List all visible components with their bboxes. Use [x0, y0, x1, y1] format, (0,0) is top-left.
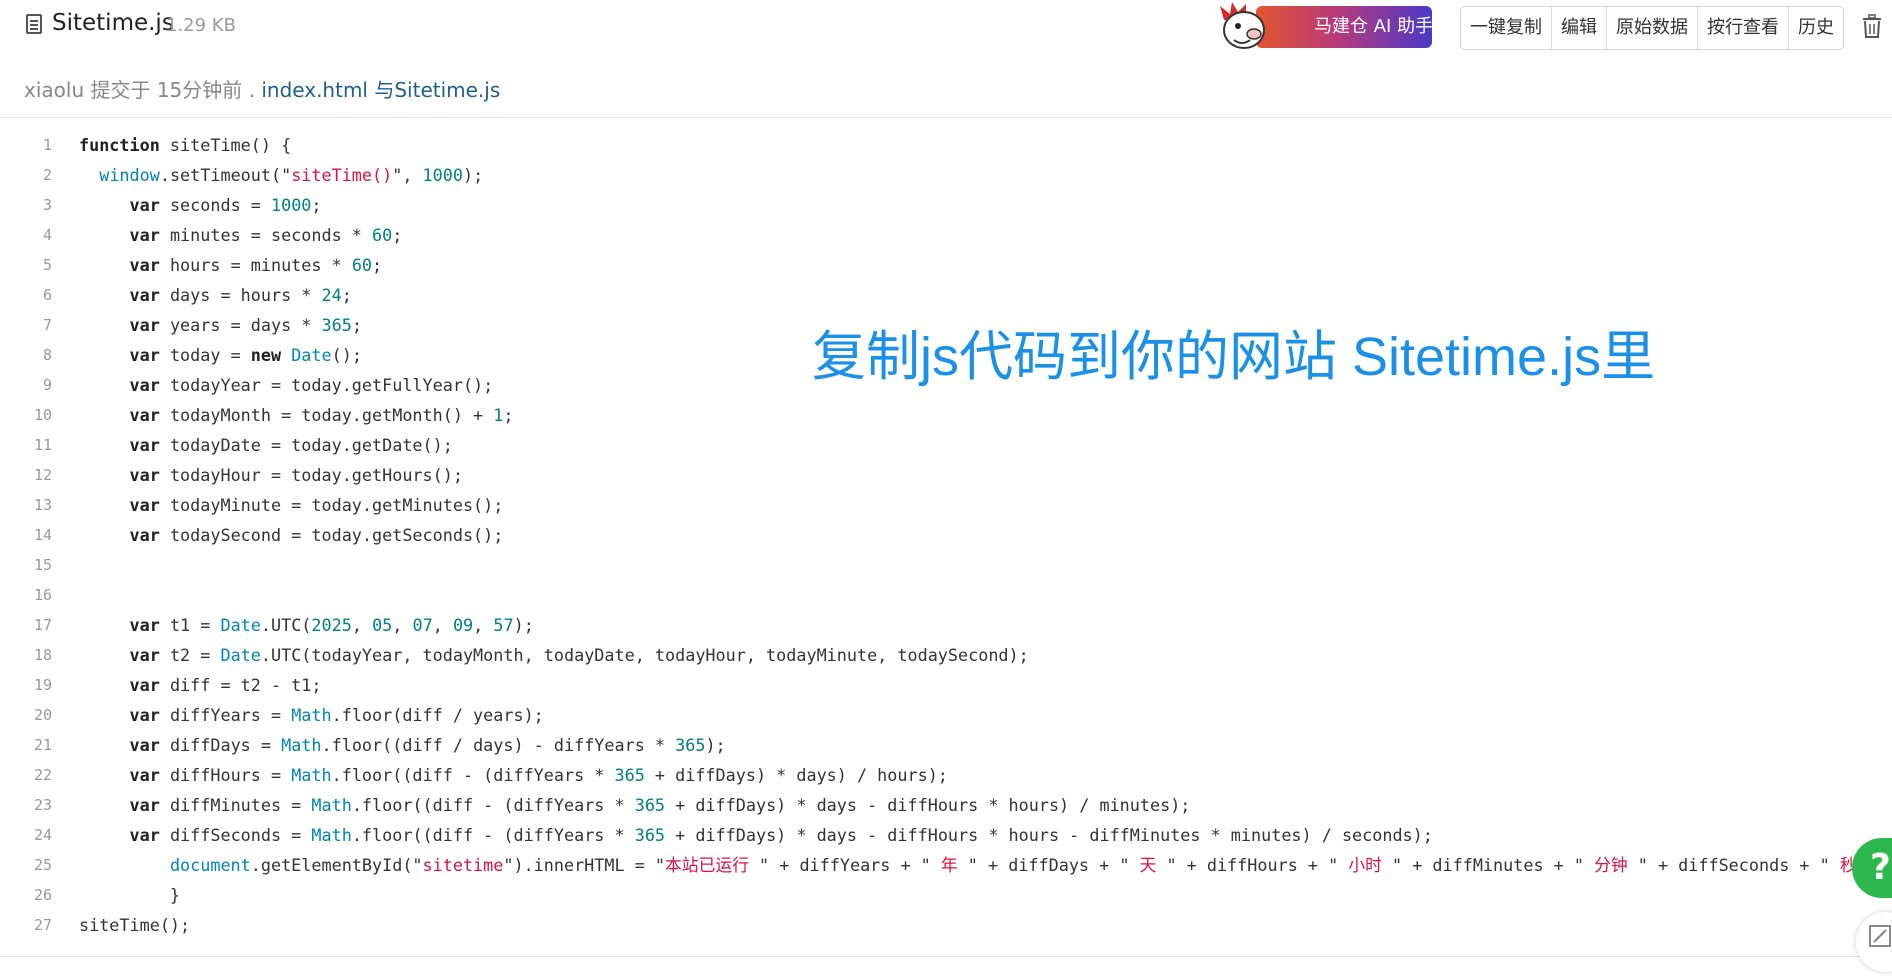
code-line: 17 var t1 = Date.UTC(2025, 05, 07, 09, 5…	[0, 610, 1892, 640]
code-line: 21 var diffDays = Math.floor((diff / day…	[0, 730, 1892, 760]
code-text: var years = days * 365;	[129, 315, 362, 335]
code-line: 25 document.getElementById("sitetime").i…	[0, 850, 1892, 880]
code-line: 26 }	[0, 880, 1892, 910]
code-text: var seconds = 1000;	[129, 195, 322, 215]
line-number: 19	[33, 676, 52, 694]
history-button[interactable]: 历史	[1789, 7, 1843, 49]
line-number: 10	[33, 406, 52, 424]
code-text: var diffSeconds = Math.floor((diff - (di…	[129, 825, 1433, 845]
line-number: 2	[42, 166, 52, 184]
line-number: 9	[42, 376, 52, 394]
code-line: 27 siteTime();	[0, 910, 1892, 940]
line-number: 26	[33, 886, 52, 904]
code-text: }	[79, 885, 181, 905]
code-line: 15	[0, 550, 1892, 580]
code-line: 16	[0, 580, 1892, 610]
feedback-button[interactable]	[1856, 912, 1892, 972]
code-line: 24 var diffSeconds = Math.floor((diff - …	[0, 820, 1892, 850]
line-number: 21	[33, 736, 52, 754]
edit-icon	[1869, 925, 1891, 947]
code-line: 23 var diffMinutes = Math.floor((diff - …	[0, 790, 1892, 820]
code-text: var diffDays = Math.floor((diff / days) …	[129, 735, 726, 755]
code-text: var diffYears = Math.floor(diff / years)…	[129, 705, 544, 725]
code-text: var todayMonth = today.getMonth() + 1;	[129, 405, 514, 425]
code-line: 4 var minutes = seconds * 60;	[0, 220, 1892, 250]
overlay-annotation: 复制js代码到你的网站 Sitetime.js里	[812, 327, 1656, 387]
file-name: Sitetime.js	[52, 10, 174, 36]
code-line: 10 var todayMonth = today.getMonth() + 1…	[0, 400, 1892, 430]
file-size: 1.29 KB	[166, 15, 236, 36]
code-text: var diffMinutes = Math.floor((diff - (di…	[129, 795, 1191, 815]
file-action-toolbar: 一键复制 编辑 原始数据 按行查看 历史	[1460, 6, 1844, 50]
line-number: 15	[33, 556, 52, 574]
caret-down-icon	[1443, 23, 1456, 31]
code-line: 6 var days = hours * 24;	[0, 280, 1892, 310]
line-number: 16	[33, 586, 52, 604]
line-number: 23	[33, 796, 52, 814]
blame-button[interactable]: 按行查看	[1698, 7, 1789, 49]
ai-assistant-label: 马建仓 AI 助手	[1314, 16, 1434, 37]
code-text: var t1 = Date.UTC(2025, 05, 07, 09, 57);	[129, 615, 534, 635]
line-number: 25	[33, 856, 52, 874]
code-text: document.getElementById("sitetime").inne…	[169, 855, 1877, 875]
code-text: var diff = t2 - t1;	[129, 675, 322, 695]
line-number: 6	[42, 286, 52, 304]
code-text: var days = hours * 24;	[129, 285, 352, 305]
code-text: var t2 = Date.UTC(todayYear, todayMonth,…	[129, 645, 1029, 665]
divider	[0, 956, 1892, 957]
commit-author-time: xiaolu 提交于 15分钟前 .	[24, 78, 255, 102]
code-text: var todayDate = today.getDate();	[129, 435, 453, 455]
code-line: 3 var seconds = 1000;	[0, 190, 1892, 220]
code-text: var diffHours = Math.floor((diff - (diff…	[129, 765, 948, 785]
code-line: 1 function siteTime() {	[0, 130, 1892, 160]
code-text: var todayYear = today.getFullYear();	[129, 375, 494, 395]
code-text: var hours = minutes * 60;	[129, 255, 383, 275]
code-line: 19 var diff = t2 - t1;	[0, 670, 1892, 700]
line-number: 18	[33, 646, 52, 664]
line-number: 24	[33, 826, 52, 844]
code-line: 11 var todayDate = today.getDate();	[0, 430, 1892, 460]
code-line: 18 var t2 = Date.UTC(todayYear, todayMon…	[0, 640, 1892, 670]
line-number: 13	[33, 496, 52, 514]
code-line: 12 var todayHour = today.getHours();	[0, 460, 1892, 490]
line-number: 14	[33, 526, 52, 544]
code-line: 5 var hours = minutes * 60;	[0, 250, 1892, 280]
line-number: 22	[33, 766, 52, 784]
code-text: var todayHour = today.getHours();	[129, 465, 463, 485]
line-number: 4	[42, 226, 52, 244]
code-text: var todayMinute = today.getMinutes();	[129, 495, 504, 515]
commit-info: xiaolu 提交于 15分钟前 . index.html 与Sitetime.…	[24, 74, 500, 103]
file-icon	[26, 14, 42, 34]
line-number: 7	[42, 316, 52, 334]
code-text: window.setTimeout("siteTime()", 1000);	[99, 165, 484, 185]
line-number: 11	[33, 436, 52, 454]
file-header: Sitetime.js 1.29 KB xiaolu 提交于 15分钟前 . i…	[0, 0, 1892, 118]
code-line: 20 var diffYears = Math.floor(diff / yea…	[0, 700, 1892, 730]
code-text: var minutes = seconds * 60;	[129, 225, 403, 245]
line-number: 27	[33, 916, 52, 934]
copy-button[interactable]: 一键复制	[1461, 7, 1552, 49]
commit-message-link[interactable]: index.html 与Sitetime.js	[261, 78, 500, 102]
code-text: var todaySecond = today.getSeconds();	[129, 525, 504, 545]
mascot-icon	[1220, 2, 1265, 49]
code-text: var today = new Date();	[129, 345, 362, 365]
code-text: function siteTime() {	[79, 135, 292, 155]
trash-icon[interactable]	[1862, 14, 1882, 38]
ai-assistant-button[interactable]: 马建仓 AI 助手	[1256, 6, 1456, 48]
line-number: 20	[33, 706, 52, 724]
code-line: 13 var todayMinute = today.getMinutes();	[0, 490, 1892, 520]
line-number: 17	[33, 616, 52, 634]
line-number: 8	[42, 346, 52, 364]
code-line: 2 window.setTimeout("siteTime()", 1000);	[0, 160, 1892, 190]
code-text: siteTime();	[79, 915, 191, 935]
line-number: 5	[42, 256, 52, 274]
code-line: 22 var diffHours = Math.floor((diff - (d…	[0, 760, 1892, 790]
code-line: 14 var todaySecond = today.getSeconds();	[0, 520, 1892, 550]
line-number: 3	[42, 196, 52, 214]
raw-button[interactable]: 原始数据	[1607, 7, 1698, 49]
edit-button[interactable]: 编辑	[1552, 7, 1607, 49]
line-number: 12	[33, 466, 52, 484]
line-number: 1	[42, 136, 52, 154]
